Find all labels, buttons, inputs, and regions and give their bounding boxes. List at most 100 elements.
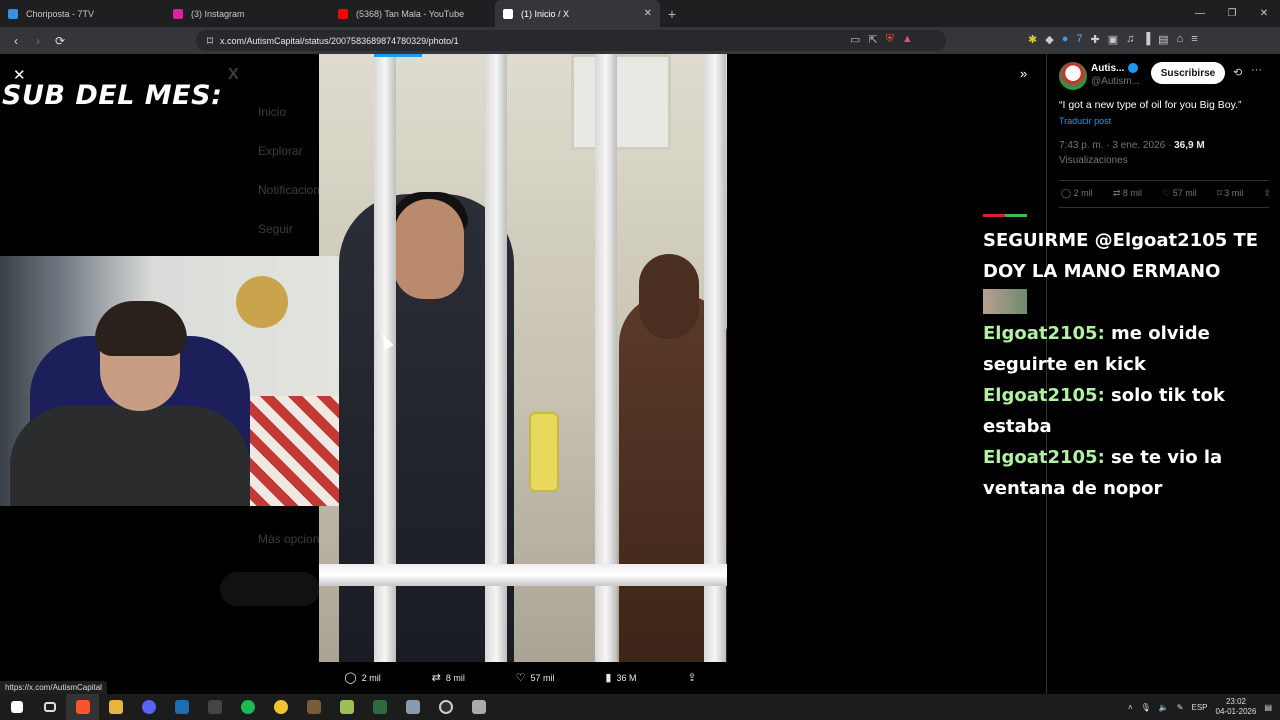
reply-button[interactable]: ◯ 2 mil — [344, 671, 380, 684]
cast-icon[interactable]: ▭ — [850, 33, 860, 46]
subscribe-button[interactable]: Suscribirse — [1151, 62, 1225, 84]
author-handle[interactable]: @Autism... — [1091, 76, 1140, 87]
microphone-icon[interactable]: 🎙 — [1141, 703, 1151, 712]
chat-message: Elgoat2105: solo tik tok estaba — [983, 380, 1273, 442]
reply-button[interactable]: ◯ 2 mil — [1061, 188, 1093, 199]
share-button[interactable]: ⇪ — [1263, 188, 1271, 199]
reload-icon[interactable]: ⟳ — [50, 34, 70, 48]
bookmark-icon[interactable]: ⌑ — [200, 34, 220, 48]
task-view-icon[interactable] — [33, 694, 66, 720]
minimize-icon[interactable]: — — [1184, 0, 1216, 27]
url-text[interactable]: x.com/AutismCapital/status/2007583689874… — [220, 31, 940, 50]
app-icon[interactable] — [396, 694, 429, 720]
obs-studio-icon[interactable] — [429, 694, 462, 720]
chat-message-text: SEGUIRME @Elgoat2105 TE DOY LA MANO ERMA… — [983, 230, 1259, 282]
notification-icon[interactable]: ▤ — [1264, 703, 1272, 712]
sidebar-icon[interactable]: ▐ — [1142, 33, 1150, 46]
heart-icon: ♡ — [515, 671, 526, 684]
x-logo-icon — [503, 8, 513, 19]
app-icon[interactable] — [363, 694, 396, 720]
restore-icon[interactable]: ❐ — [1216, 0, 1248, 27]
obs-app-icon[interactable] — [198, 694, 231, 720]
repost-button[interactable]: ⇄ 8 mil — [432, 671, 465, 684]
youtube-icon — [338, 8, 348, 19]
brave-browser-icon[interactable] — [66, 694, 99, 720]
tab-youtube[interactable]: (5368) Tan Mala - YouTube — [330, 0, 495, 27]
post-button-dimmed — [220, 572, 320, 606]
vpn-icon[interactable]: ⌂ — [1177, 33, 1184, 46]
system-tray: ˄ 🎙 🔈 ✎ ESP 23:02 04-01-2026 ▤ — [1128, 694, 1280, 720]
bookmark-button[interactable]: ⌑ 3 mil — [1217, 188, 1243, 199]
extension-blue-icon[interactable]: ● — [1062, 33, 1069, 46]
windows-start-icon[interactable] — [0, 694, 33, 720]
chevron-up-icon[interactable]: ˄ — [1128, 703, 1133, 712]
photo-face — [394, 199, 464, 299]
extensions-puzzle-icon[interactable]: ✚ — [1090, 33, 1099, 46]
views-button[interactable]: ▮ 36 M — [605, 671, 636, 684]
close-window-icon[interactable]: ✕ — [1248, 0, 1280, 27]
tab-instagram[interactable]: (3) Instagram — [165, 0, 330, 27]
menu-icon[interactable]: ≡ — [1191, 33, 1197, 46]
link-status-bar: https://x.com/AutismCapital — [0, 681, 107, 694]
media-icon[interactable]: ♫ — [1126, 33, 1134, 46]
app-icon[interactable] — [330, 694, 363, 720]
close-tab-icon[interactable]: ✕ — [644, 8, 652, 19]
repost-button[interactable]: ⇄ 8 mil — [1113, 188, 1142, 199]
discord-icon[interactable] — [132, 694, 165, 720]
tab-x-inicio[interactable]: (1) Inicio / X ✕ — [495, 0, 660, 27]
photo-load-indicator — [374, 54, 422, 57]
chat-username: Elgoat2105: — [983, 447, 1105, 468]
tweet-views-count: 36,9 M — [1174, 140, 1205, 151]
chat-badge-flag — [983, 214, 1027, 217]
extension-hat-icon[interactable]: ◆ — [1045, 33, 1053, 46]
new-tab-button[interactable]: + — [660, 0, 684, 27]
tweet-text: “I got a new type of oil for you Big Boy… — [1059, 99, 1242, 111]
windows-taskbar: ˄ 🎙 🔈 ✎ ESP 23:02 04-01-2026 ▤ — [0, 694, 1280, 720]
divider — [1059, 180, 1269, 181]
minecraft-icon[interactable] — [297, 694, 330, 720]
tab-label: (3) Instagram — [191, 8, 245, 19]
tweet-photo[interactable] — [319, 54, 727, 662]
spotify-icon[interactable] — [231, 694, 264, 720]
grok-icon[interactable]: ⟲ — [1233, 66, 1242, 79]
chat-message: SEGUIRME @Elgoat2105 TE DOY LA MANO ERMA… — [983, 225, 1273, 287]
expand-panel-icon[interactable]: » — [1020, 66, 1027, 81]
extension-box-icon[interactable]: ▣ — [1108, 33, 1118, 46]
brave-rewards-icon[interactable]: ▲ — [902, 33, 913, 46]
like-button[interactable]: ♡ 57 mil — [1162, 188, 1197, 199]
webcam-wall-clock — [236, 276, 288, 328]
file-explorer-icon[interactable] — [99, 694, 132, 720]
share-icon[interactable]: ⇱ — [868, 33, 877, 46]
volume-icon[interactable]: 🔈 — [1159, 703, 1169, 712]
clock-time: 23:02 — [1225, 697, 1246, 706]
back-icon[interactable]: ‹ — [6, 34, 26, 48]
wallet-icon[interactable]: ▤ — [1158, 33, 1168, 46]
share-button[interactable]: ⇪ — [687, 671, 701, 684]
chat-emote — [983, 289, 1027, 314]
language-indicator[interactable]: ESP — [1192, 703, 1208, 712]
nav-explorar: Explorar — [258, 144, 303, 158]
chat-message: Elgoat2105: me olvide seguirte en kick — [983, 318, 1273, 380]
tweet-meta: 7:43 p. m. · 3 ene. 2026 · 36,9 M — [1059, 140, 1205, 151]
like-button[interactable]: ♡ 57 mil — [516, 671, 555, 684]
avatar[interactable] — [1059, 62, 1087, 90]
tab-7tv[interactable]: Choriposta - 7TV — [0, 0, 165, 27]
bookmark-count: 3 mil — [1224, 188, 1244, 198]
tweet-timestamp[interactable]: 7:43 p. m. · 3 ene. 2026 · — [1059, 140, 1174, 151]
translate-post-link[interactable]: Traducir post — [1059, 116, 1111, 126]
brave-shield-icon[interactable]: ⛨ — [886, 33, 894, 46]
pen-icon[interactable]: ✎ — [1177, 703, 1184, 712]
app-icon[interactable] — [462, 694, 495, 720]
author-name[interactable]: Autis... — [1091, 63, 1139, 74]
more-options-icon[interactable]: ··· — [1251, 64, 1262, 76]
taskbar-clock[interactable]: 23:02 04-01-2026 — [1216, 697, 1257, 717]
extension-7tv-icon[interactable]: 7 — [1076, 33, 1082, 46]
steam-icon[interactable] — [165, 694, 198, 720]
chrome-icon[interactable] — [264, 694, 297, 720]
extension-star-icon[interactable]: ✱ — [1028, 33, 1037, 46]
photo-cell-crossbar — [319, 564, 727, 586]
x-logo-icon: X — [228, 66, 239, 83]
reply-icon: ◯ — [344, 671, 357, 684]
photo-oil-bottle — [529, 412, 559, 492]
forward-icon[interactable]: › — [28, 34, 48, 48]
